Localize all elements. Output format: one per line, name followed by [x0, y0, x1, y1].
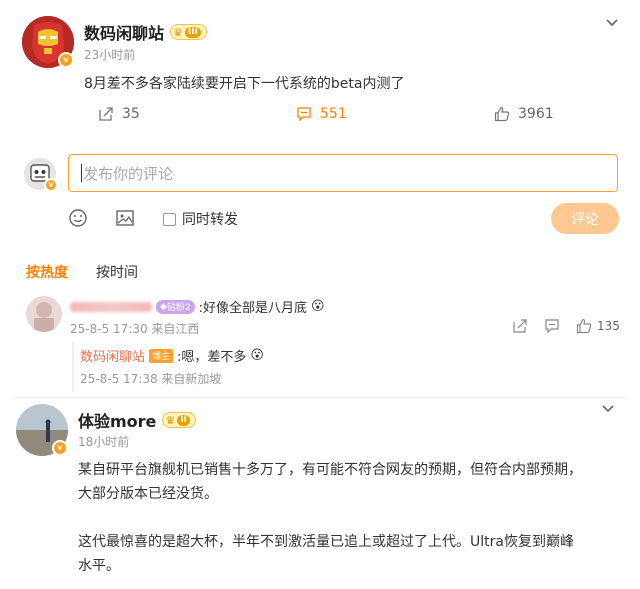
rank-badge: ♛ III	[170, 24, 207, 40]
vip-tag: ◆ 钻粉2	[156, 299, 195, 314]
forward-toggle[interactable]: 同时转发	[163, 209, 238, 229]
comment-placeholder: 发布你的评论	[83, 164, 174, 183]
comment-action[interactable]: 551	[296, 106, 347, 122]
emoji-icon[interactable]	[68, 208, 88, 228]
forward-checkbox[interactable]	[163, 212, 176, 226]
post-content-line: 水平。	[78, 558, 120, 574]
comment-like-count: 135	[597, 319, 620, 333]
post-author-row: 数码闲聊站 ♛ III	[84, 20, 207, 44]
post-time: 23小时前	[84, 48, 136, 62]
reply-meta: 25-8-5 17:38 来自新加坡	[80, 372, 222, 386]
blurred-username[interactable]	[70, 301, 152, 312]
surprised-emoji-icon: 😮	[311, 299, 325, 314]
share-count: 35	[122, 106, 140, 122]
submit-comment-button[interactable]: 评论	[551, 203, 619, 234]
reply-text: :嗯，差不多	[177, 350, 247, 365]
commenter-avatar[interactable]	[26, 296, 62, 332]
reply-thread: 数码闲聊站 博主 :嗯，差不多 😮 25-8-5 17:38 来自新加坡	[72, 342, 620, 392]
comment-meta: 25-8-5 17:30 来自江西	[70, 322, 200, 336]
post-author-name[interactable]: 数码闲聊站	[84, 20, 164, 44]
rank-level: II	[177, 414, 190, 426]
post-author-row: 体验more ♛ II	[78, 408, 196, 432]
blurred-avatar-icon	[26, 296, 62, 332]
comment-icon[interactable]	[544, 318, 560, 334]
comment-count: 551	[320, 106, 347, 122]
crown-icon: ♛	[173, 25, 183, 39]
text-caret	[81, 164, 82, 182]
verified-badge-icon: v	[58, 52, 74, 68]
like-count: 3961	[518, 106, 554, 122]
comment-icon	[297, 107, 311, 122]
verified-badge-icon: v	[52, 440, 68, 456]
comment-text: :好像全部是八月底	[198, 301, 308, 316]
post-content: 8月差不多各家陆续要开启下一代系统的beta内测了	[84, 76, 405, 92]
like-action[interactable]: 3961	[494, 106, 554, 122]
post-content-line: 大部分版本已经没货。	[78, 486, 218, 502]
reply-author[interactable]: 数码闲聊站	[80, 346, 145, 365]
rank-badge: ♛ II	[162, 412, 196, 428]
crown-icon: ♛	[165, 413, 176, 427]
post-content-line: 这代最惊喜的是超大杯，半年不到激活量已追上或超过了上代。Ultra恢复到巅峰	[78, 534, 574, 550]
chevron-down-icon[interactable]	[604, 14, 620, 30]
tab-sort-time[interactable]: 按时间	[96, 262, 138, 282]
comment-header: ◆ 钻粉2 :好像全部是八月底 😮	[70, 297, 325, 316]
post-author-name[interactable]: 体验more	[78, 408, 156, 432]
chevron-down-icon[interactable]	[600, 400, 616, 416]
share-icon	[99, 107, 113, 121]
comment-input[interactable]: 发布你的评论	[68, 154, 618, 192]
post-content-line: 某自研平台旗舰机已销售十多万了，有可能不符合网友的预期，但符合内部预期，	[78, 462, 582, 478]
post-time: 18小时前	[78, 435, 130, 449]
comment-like[interactable]: 135	[576, 318, 620, 334]
divider	[14, 397, 626, 398]
vip-label: 钻粉2	[166, 303, 191, 313]
diamond-icon: ◆	[160, 301, 167, 312]
thumbs-up-icon	[576, 318, 592, 334]
op-tag: 博主	[149, 348, 174, 363]
share-icon[interactable]	[512, 318, 528, 334]
share-action[interactable]: 35	[98, 106, 140, 122]
surprised-emoji-icon: 😮	[250, 348, 264, 363]
tab-sort-hot[interactable]: 按热度	[26, 262, 68, 282]
rank-level: III	[184, 26, 201, 38]
forward-label: 同时转发	[182, 212, 238, 228]
verified-badge-icon: v	[44, 178, 58, 192]
image-icon[interactable]	[115, 208, 135, 228]
thumbs-up-icon	[494, 106, 510, 122]
reply-header: 数码闲聊站 博主 :嗯，差不多 😮	[80, 346, 264, 365]
